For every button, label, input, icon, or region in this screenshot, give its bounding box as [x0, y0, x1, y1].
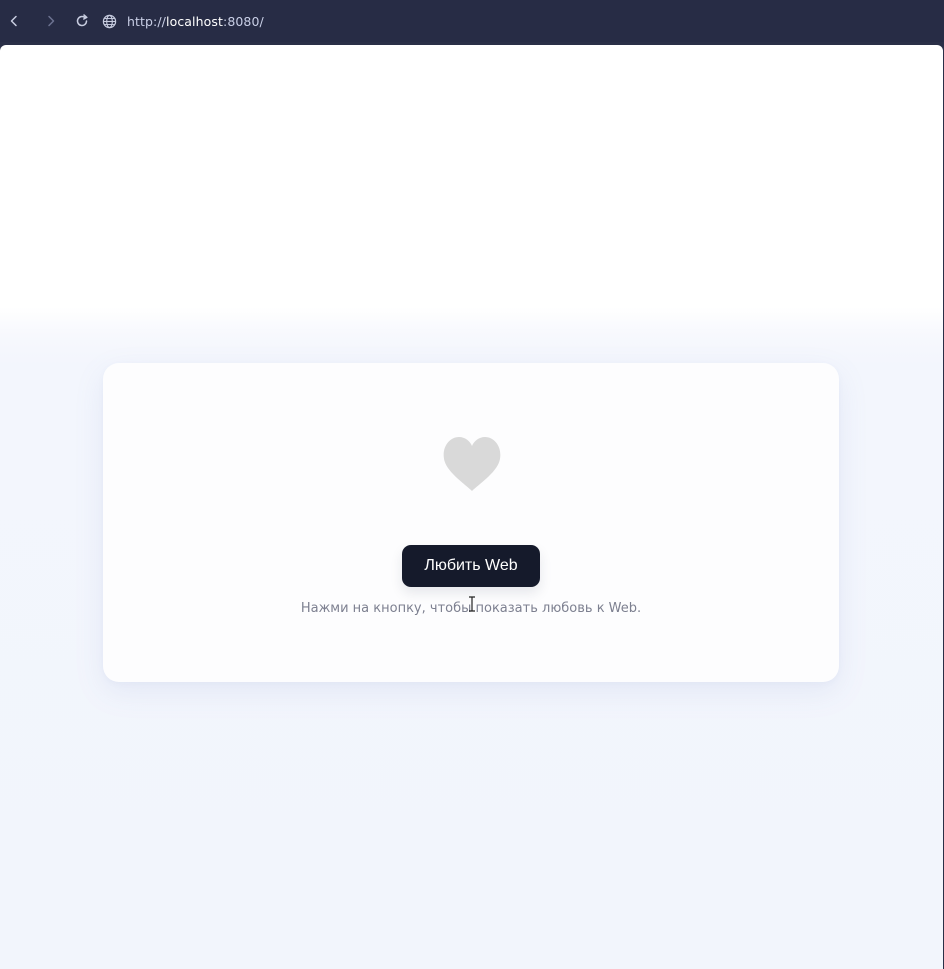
url-path: :8080/	[223, 13, 264, 29]
url-scheme: http://	[127, 13, 166, 29]
url-text: http://localhost:8080/	[127, 14, 264, 29]
address-bar[interactable]: http://localhost:8080/	[102, 14, 264, 29]
globe-icon	[102, 14, 117, 28]
back-button[interactable]	[2, 9, 26, 33]
reload-button[interactable]	[70, 9, 94, 33]
text-cursor-icon	[469, 596, 475, 612]
page-viewport: Любить Web Нажми на кнопку, чтобы показа…	[0, 45, 943, 969]
heart-icon	[443, 437, 501, 491]
forward-button[interactable]	[39, 9, 63, 33]
chevron-left-icon	[10, 15, 17, 27]
browser-toolbar: http://localhost:8080/	[0, 0, 944, 42]
url-host: localhost	[166, 13, 224, 29]
love-card: Любить Web Нажми на кнопку, чтобы показа…	[103, 363, 839, 682]
chevron-right-icon	[48, 15, 55, 27]
love-web-button[interactable]: Любить Web	[402, 545, 540, 587]
reload-icon	[76, 14, 88, 27]
